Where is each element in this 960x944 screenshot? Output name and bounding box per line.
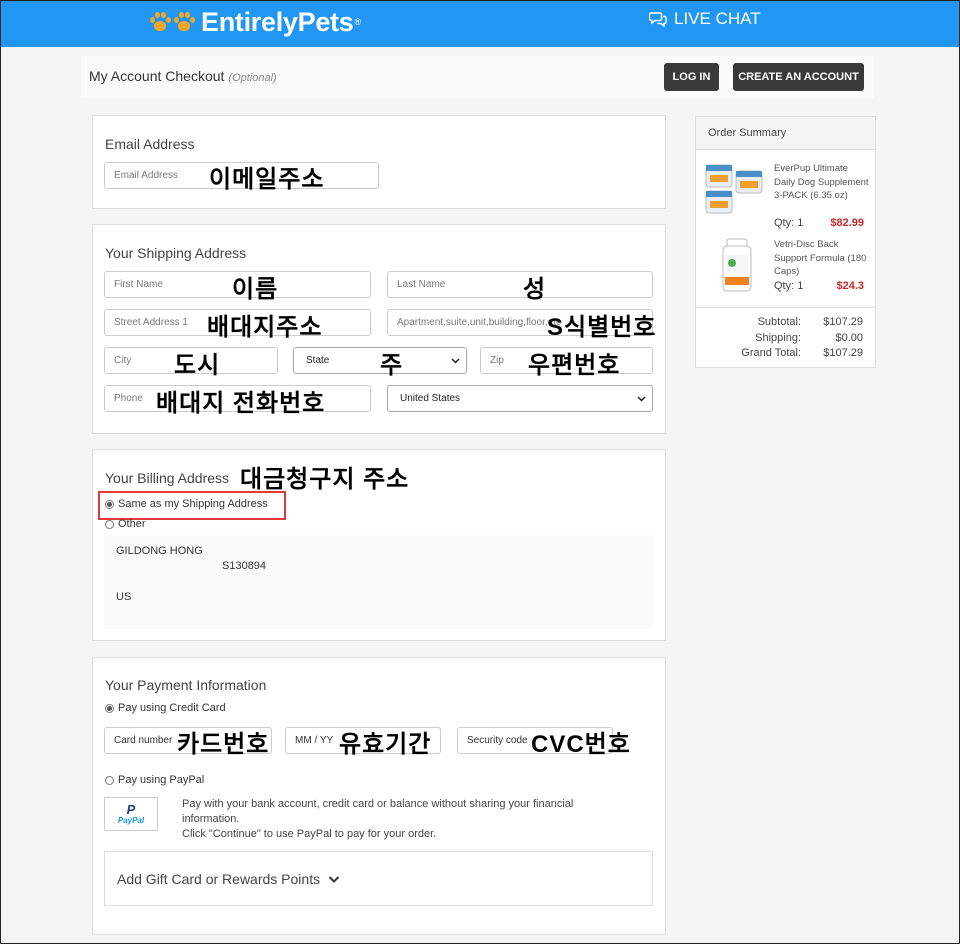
state-select-value: State (306, 355, 330, 366)
product-qty: Qty: 1 (774, 217, 804, 229)
other-address-option[interactable]: Other (105, 518, 146, 530)
log-in-button[interactable]: LOG IN (664, 63, 719, 91)
state-annotation: 주 (380, 352, 404, 379)
first-name-annotation: 이름 (232, 276, 279, 303)
country-select[interactable]: United States (387, 385, 653, 412)
payment-section-title: Your Payment Information (105, 677, 267, 693)
product-qty: Qty: 1 (774, 280, 804, 292)
apartment-annotation: S식별번호 (547, 314, 657, 341)
order-summary-title: Order Summary (696, 117, 875, 150)
paypal-option-label: Pay using PayPal (118, 774, 205, 786)
subtotal-label: Subtotal: (757, 316, 801, 328)
paypal-description: Pay with your bank account, credit card … (182, 798, 574, 840)
phone-annotation: 배대지 전화번호 (156, 390, 326, 417)
security-code-annotation: CVC번호 (531, 731, 631, 758)
same-as-shipping-label: Same as my Shipping Address (118, 498, 268, 510)
product-price: $82.99 (830, 217, 864, 229)
gift-card-toggle[interactable]: Add Gift Card or Rewards Points (117, 871, 340, 887)
order-totals: Subtotal: $107.29 Shipping: $0.00 Grand … (696, 307, 875, 359)
email-annotation: 이메일주소 (209, 166, 325, 193)
brand-name: EntirelyPets (201, 6, 354, 37)
paypal-p-icon: P (126, 802, 136, 817)
credit-card-option[interactable]: Pay using Credit Card (105, 702, 226, 714)
billing-annotation: 대금청구지 주소 (240, 466, 410, 493)
paw-icon (149, 11, 195, 33)
expiry-annotation: 유효기간 (339, 731, 432, 758)
country-select-value: United States (400, 393, 461, 404)
gift-card-section[interactable]: Add Gift Card or Rewards Points (104, 851, 653, 906)
chat-bubbles-icon (649, 11, 667, 27)
paypal-option[interactable]: Pay using PayPal (105, 774, 204, 786)
subtotal-value: $107.29 (823, 316, 863, 328)
billing-address-line: S130894 (222, 560, 267, 572)
radio-selected[interactable] (105, 499, 114, 509)
product-image-vetri-disc (722, 238, 752, 292)
last-name-input[interactable]: Last Name (387, 271, 653, 298)
other-address-label: Other (118, 518, 146, 530)
billing-country: US (116, 591, 132, 603)
order-summary: Order Summary EverPup Ultimate Daily Dog… (695, 116, 876, 368)
optional-label: (Optional) (228, 72, 277, 84)
site-header: EntirelyPets ® LIVE CHAT (1, 1, 959, 47)
email-section-title: Email Address (105, 136, 195, 152)
shipping-section-title: Your Shipping Address (105, 245, 247, 261)
grand-total-label: Grand Total: (741, 347, 801, 359)
product-name: Vetri-Disc Back Support Formula (180 Cap… (774, 239, 867, 277)
registered-mark: ® (354, 17, 362, 27)
chevron-down-icon (637, 396, 646, 402)
chevron-down-icon (328, 875, 340, 883)
billing-section-title: Your Billing Address (105, 470, 230, 486)
city-annotation: 도시 (174, 352, 221, 379)
radio-unselected[interactable] (105, 519, 114, 529)
street-annotation: 배대지주소 (207, 314, 323, 341)
gift-card-label: Add Gift Card or Rewards Points (117, 871, 321, 887)
same-as-shipping-option[interactable]: Same as my Shipping Address (105, 498, 268, 510)
account-checkout-title: My Account Checkout (Optional) (89, 68, 277, 84)
product-price: $24.3 (836, 280, 864, 292)
radio-unselected[interactable] (105, 775, 114, 785)
live-chat-label: LIVE CHAT (674, 9, 761, 28)
credit-card-label: Pay using Credit Card (118, 702, 226, 714)
radio-selected[interactable] (105, 703, 114, 713)
brand-logo[interactable]: EntirelyPets ® (149, 6, 361, 38)
grand-total-value: $107.29 (823, 347, 863, 359)
billing-address-preview: GILDONG HONG S130894 US (104, 535, 653, 629)
zip-annotation: 우편번호 (528, 352, 621, 379)
product-name: EverPup Ultimate Daily Dog Supplement 3-… (774, 163, 869, 201)
paypal-logo-text: PayPal (117, 816, 145, 825)
billing-name: GILDONG HONG (116, 545, 203, 557)
last-name-annotation: 성 (523, 276, 547, 303)
card-number-annotation: 카드번호 (177, 731, 270, 758)
account-checkout-bar: My Account Checkout (Optional) LOG IN CRE… (81, 56, 874, 98)
create-account-button[interactable]: CREATE AN ACCOUNT (733, 63, 864, 91)
shipping-cost-value: $0.00 (835, 332, 863, 344)
product-image-everpup (705, 164, 763, 214)
shipping-cost-label: Shipping: (755, 332, 801, 344)
chevron-down-icon (451, 358, 460, 364)
paypal-logo: P PayPal (104, 797, 158, 831)
live-chat-link[interactable]: LIVE CHAT (649, 9, 761, 29)
